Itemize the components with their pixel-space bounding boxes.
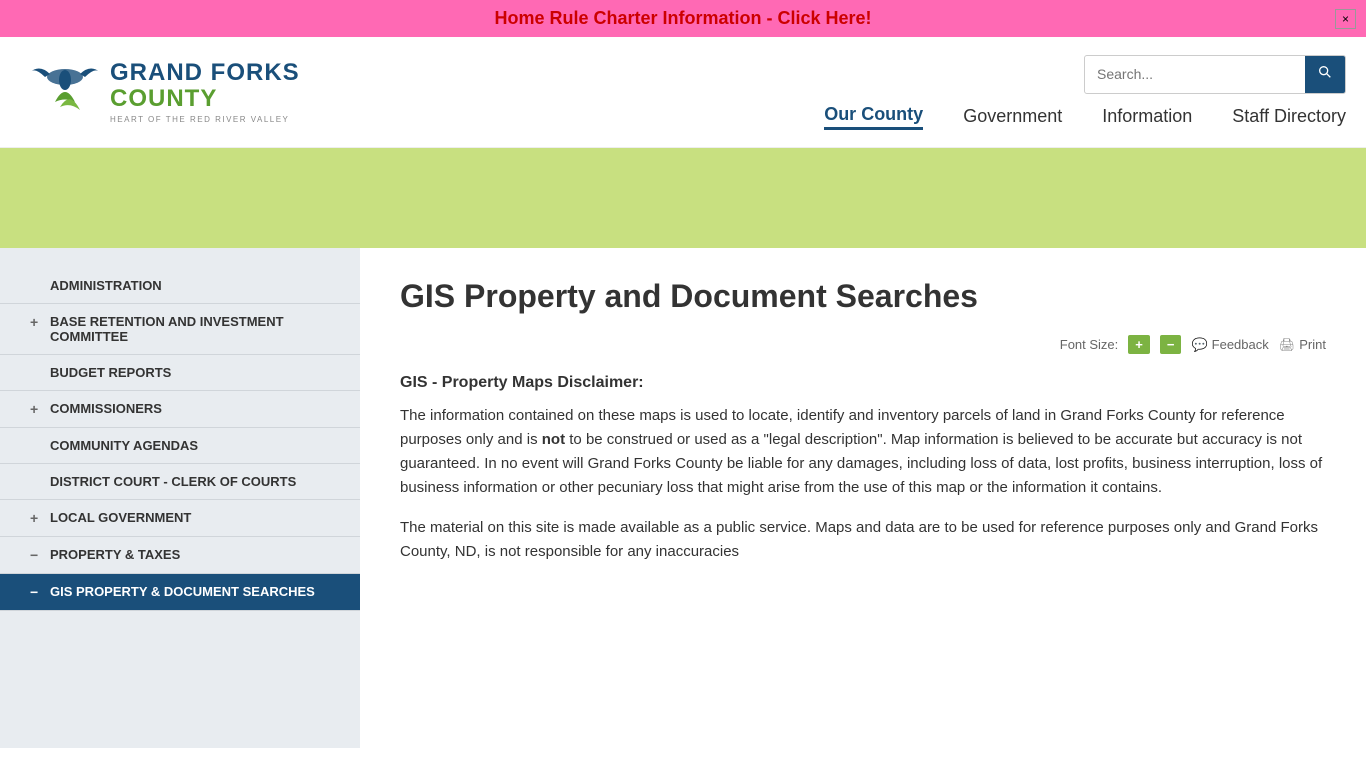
hero-image — [0, 148, 1366, 248]
main-navigation: Our County Government Information Staff … — [824, 104, 1346, 130]
nav-item-information[interactable]: Information — [1102, 106, 1192, 127]
logo-text-block: GRAND FORKS COUNTY HEART OF THE RED RIVE… — [110, 60, 300, 125]
hero-banner — [0, 148, 1366, 248]
font-increase-button[interactable]: + — [1128, 335, 1150, 354]
nav-item-government[interactable]: Government — [963, 106, 1062, 127]
font-size-label: Font Size: — [1060, 337, 1119, 352]
search-bar — [1084, 55, 1346, 94]
sidebar-toggle-property-taxes: − — [30, 547, 42, 563]
announcement-banner: Home Rule Charter Information - Click He… — [0, 0, 1366, 37]
sidebar-label-budget-reports: BUDGET REPORTS — [50, 365, 171, 380]
content-paragraph-2: The material on this site is made availa… — [400, 516, 1326, 564]
print-icon: 🖨 — [1279, 337, 1296, 353]
site-header: GRAND FORKS COUNTY HEART OF THE RED RIVE… — [0, 37, 1366, 148]
sidebar-label-gis-search: GIS Property & Document Searches — [50, 584, 315, 599]
banner-link[interactable]: Home Rule Charter Information - Click He… — [494, 8, 871, 28]
banner-close-button[interactable]: × — [1335, 9, 1356, 29]
sidebar-label-district-court: DISTRICT COURT - CLERK OF COURTS — [50, 474, 296, 489]
logo-tagline: HEART OF THE RED RIVER VALLEY — [110, 115, 300, 124]
search-button[interactable] — [1305, 56, 1345, 93]
font-controls: Font Size: + − 💬 Feedback 🖨 Print — [400, 335, 1326, 354]
sidebar-label-property-taxes: PROPERTY & TAXES — [50, 547, 180, 562]
sidebar-item-district-court[interactable]: DISTRICT COURT - CLERK OF COURTS — [0, 464, 360, 500]
sidebar-item-community-agendas[interactable]: COMMUNITY AGENDAS — [0, 428, 360, 464]
sidebar: ADMINISTRATION + BASE RETENTION AND INVE… — [0, 248, 360, 748]
sidebar-label-administration: ADMINISTRATION — [50, 278, 162, 293]
sidebar-toggle-gis-search: − — [30, 584, 42, 600]
header-right: Our County Government Information Staff … — [824, 55, 1346, 130]
feedback-button[interactable]: 💬 Feedback — [1191, 337, 1268, 353]
sidebar-toggle-commissioners: + — [30, 401, 42, 417]
search-input[interactable] — [1085, 58, 1305, 90]
sidebar-toggle-local-government: + — [30, 510, 42, 526]
page-title: GIS Property and Document Searches — [400, 278, 1326, 315]
content-area: GIS Property and Document Searches Font … — [360, 248, 1366, 748]
sidebar-item-administration[interactable]: ADMINISTRATION — [0, 268, 360, 304]
main-layout: ADMINISTRATION + BASE RETENTION AND INVE… — [0, 248, 1366, 748]
print-button[interactable]: 🖨 Print — [1279, 337, 1326, 353]
search-icon — [1317, 64, 1333, 80]
sidebar-item-property-taxes[interactable]: − PROPERTY & TAXES — [0, 537, 360, 574]
font-decrease-button[interactable]: − — [1160, 335, 1182, 354]
nav-item-our-county[interactable]: Our County — [824, 104, 923, 130]
site-logo[interactable]: GRAND FORKS COUNTY HEART OF THE RED RIVE… — [20, 47, 300, 137]
logo-line1: GRAND FORKS — [110, 60, 300, 86]
sidebar-label-base-retention: BASE RETENTION AND INVESTMENT COMMITTEE — [50, 314, 340, 344]
sidebar-item-budget-reports[interactable]: BUDGET REPORTS — [0, 355, 360, 391]
sidebar-item-local-government[interactable]: + LOCAL GOVERNMENT — [0, 500, 360, 537]
logo-line2: COUNTY — [110, 86, 300, 112]
logo-svg — [20, 47, 110, 137]
feedback-label: Feedback — [1212, 337, 1269, 352]
print-label: Print — [1299, 337, 1326, 352]
sidebar-toggle-base-retention: + — [30, 314, 42, 330]
sidebar-item-commissioners[interactable]: + COMMISSIONERS — [0, 391, 360, 428]
content-paragraph-1: The information contained on these maps … — [400, 404, 1326, 500]
nav-item-staff-directory[interactable]: Staff Directory — [1232, 106, 1346, 127]
sidebar-label-local-government: LOCAL GOVERNMENT — [50, 510, 191, 525]
sidebar-item-gis-search[interactable]: − GIS Property & Document Searches — [0, 574, 360, 611]
disclaimer-heading: GIS - Property Maps Disclaimer: — [400, 374, 1326, 392]
sidebar-label-community-agendas: COMMUNITY AGENDAS — [50, 438, 198, 453]
feedback-icon: 💬 — [1191, 337, 1207, 353]
sidebar-label-commissioners: COMMISSIONERS — [50, 401, 162, 416]
sidebar-item-base-retention[interactable]: + BASE RETENTION AND INVESTMENT COMMITTE… — [0, 304, 360, 355]
